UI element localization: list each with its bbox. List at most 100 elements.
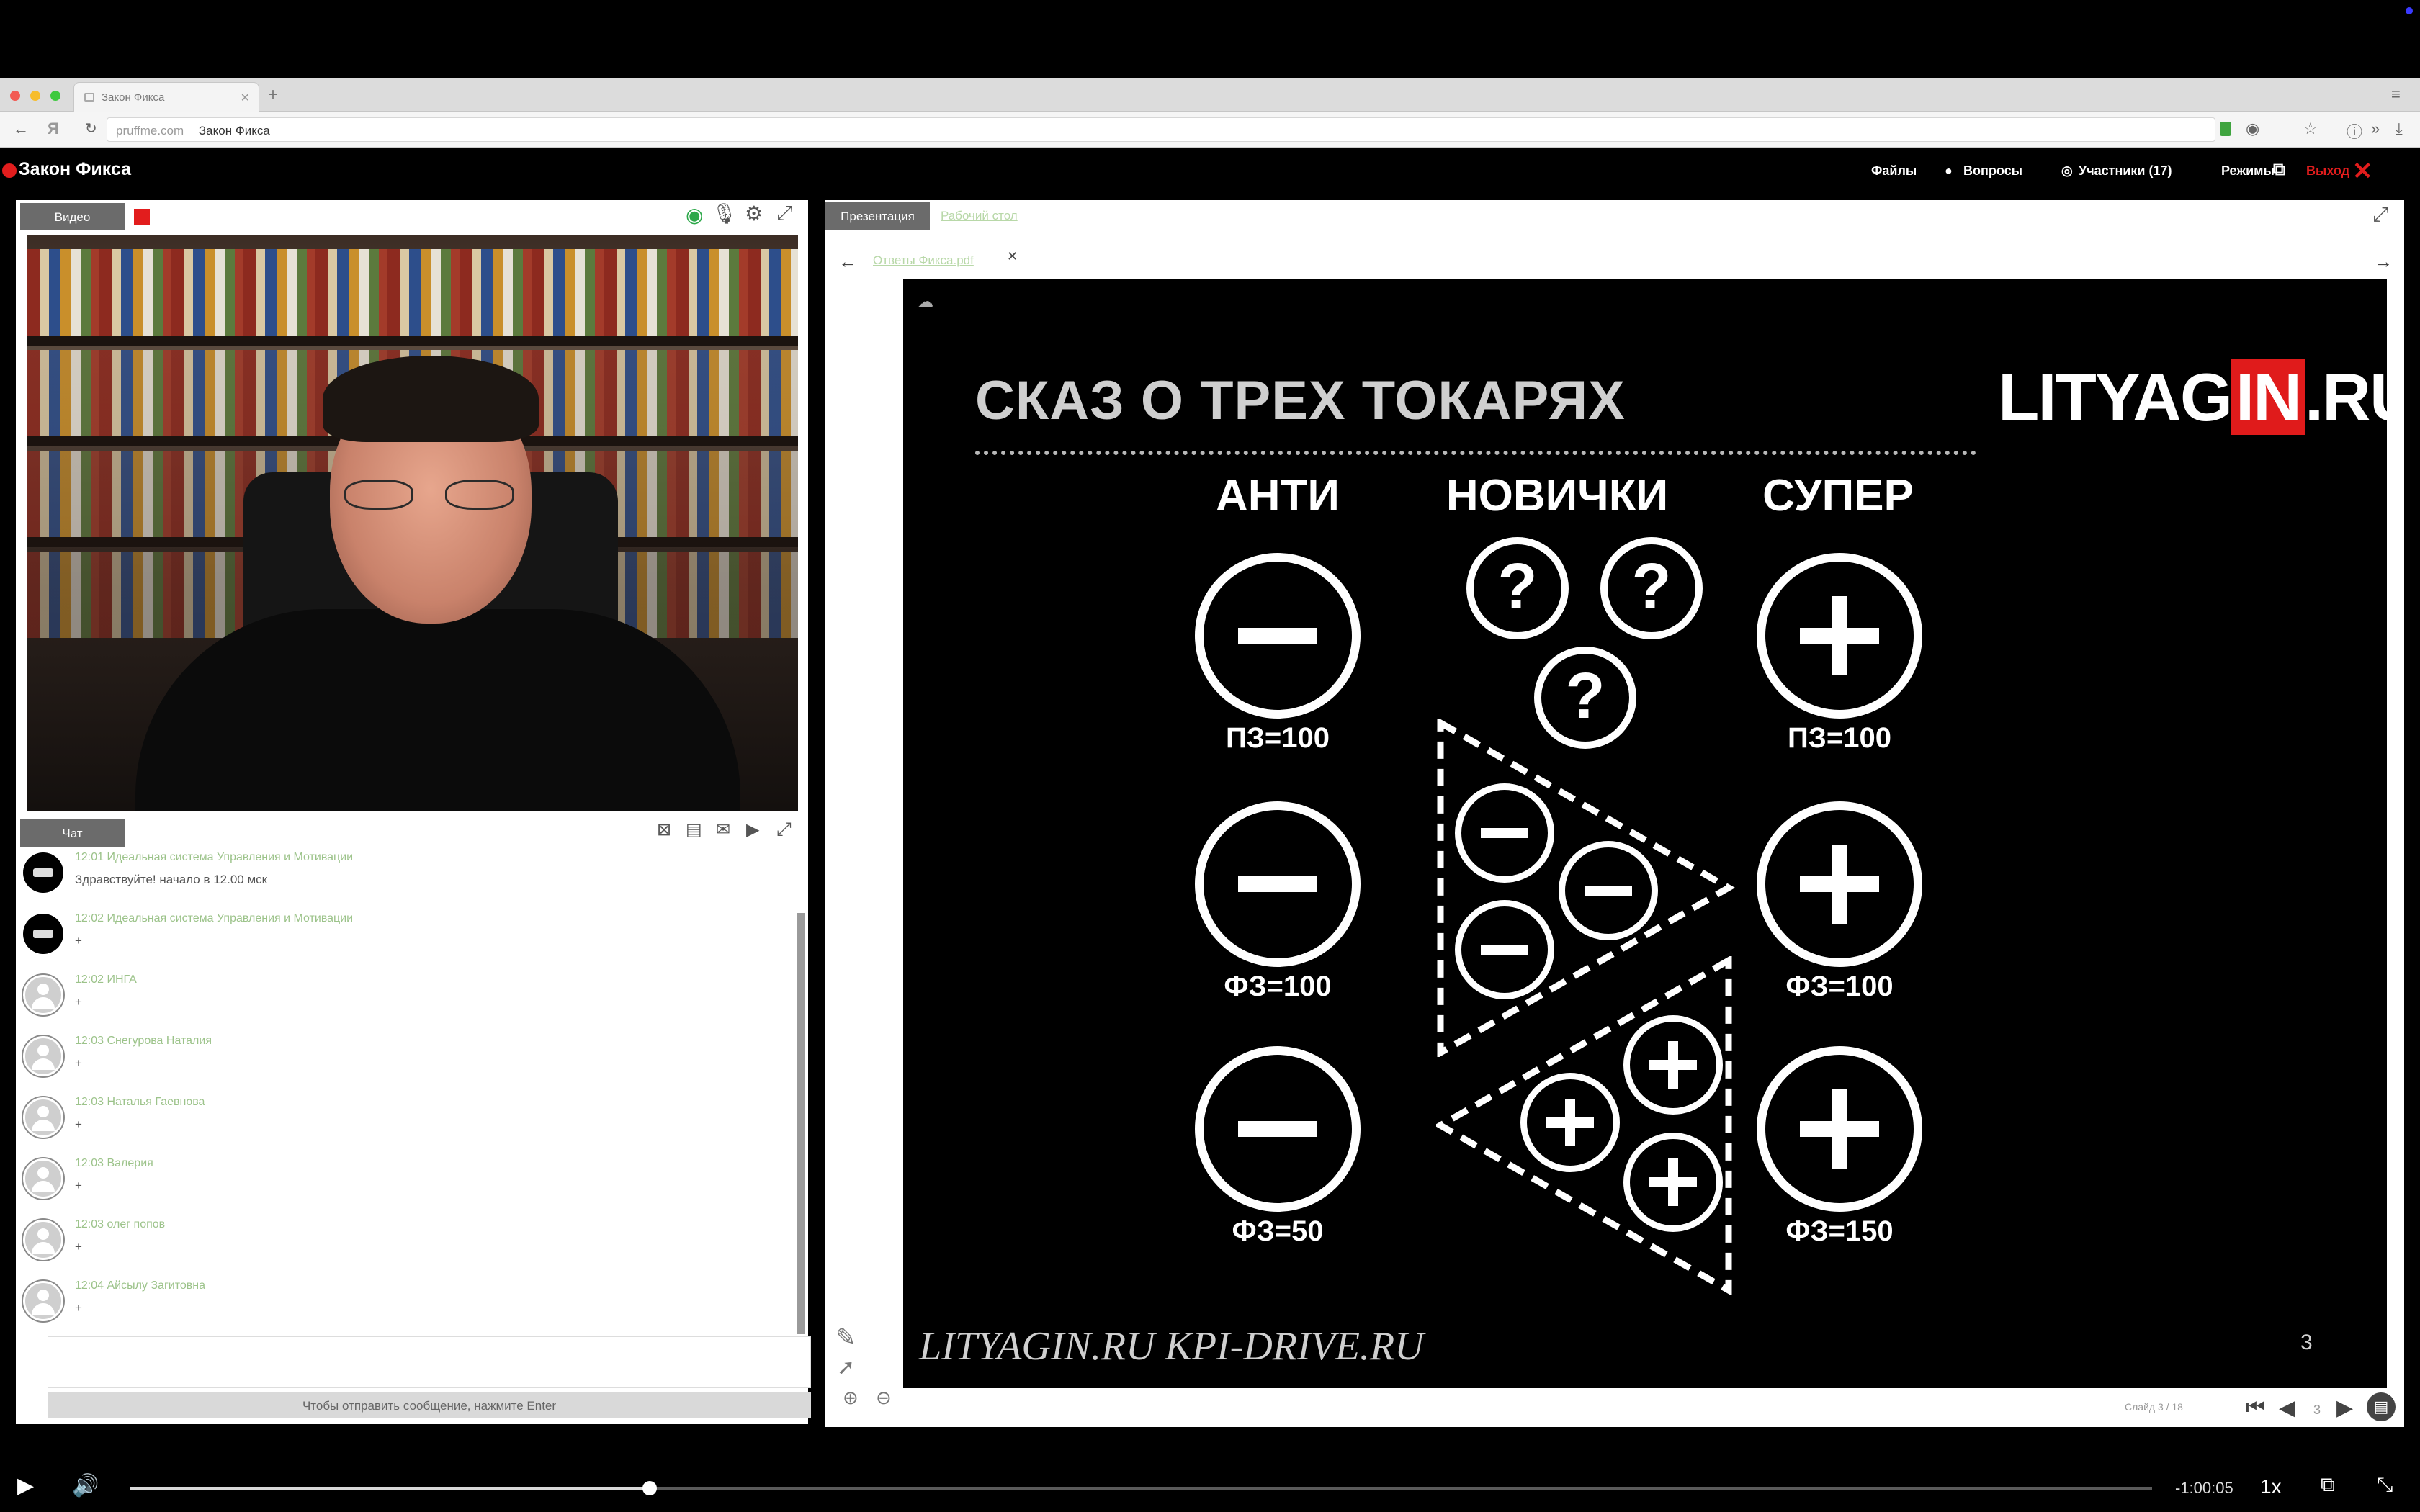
next-slide-icon[interactable]: ▶ — [2336, 1395, 2353, 1421]
nav-participants[interactable]: Участники (17) — [2079, 163, 2172, 179]
pointer-icon[interactable]: ➚ — [837, 1355, 855, 1380]
minimize-window-icon[interactable] — [30, 91, 40, 101]
nav-exit[interactable]: Выход — [2306, 163, 2349, 179]
brand-logo-icon — [2, 163, 17, 178]
file-tab[interactable]: Ответы Фикса.pdf — [873, 253, 974, 268]
chat-input[interactable] — [48, 1336, 811, 1388]
anti-label: ФЗ=100 — [1224, 971, 1332, 1002]
chat-message: 12:03 олег попов + — [23, 1215, 786, 1273]
tab-video[interactable]: Видео — [20, 203, 125, 230]
pencil-icon[interactable]: ✎ — [835, 1323, 856, 1352]
more-icon[interactable]: » — [2371, 120, 2380, 138]
seek-bar[interactable] — [130, 1481, 2152, 1495]
reload-icon[interactable]: ↻ — [85, 120, 97, 138]
tab-chat[interactable]: Чат — [20, 819, 125, 847]
download-icon[interactable]: ⤓ — [2396, 120, 2403, 138]
volume-icon[interactable]: 🔊 — [72, 1473, 99, 1498]
export-excel-icon[interactable]: ▤ — [686, 819, 702, 840]
browser-tab[interactable]: Закон Фикса ✕ — [73, 82, 259, 112]
close-tab-icon[interactable]: ✕ — [241, 91, 250, 105]
column-heading-anti: АНТИ — [1216, 471, 1340, 521]
avatar[interactable] — [23, 1281, 63, 1321]
layout-icon[interactable]: ⧉ — [2273, 160, 2285, 180]
minus-circle-icon — [1455, 783, 1554, 883]
plus-circle-icon — [1623, 1133, 1723, 1232]
nav-files[interactable]: Файлы — [1871, 163, 1917, 179]
picture-in-picture-icon[interactable]: ⧉ — [2321, 1473, 2335, 1497]
menu-icon[interactable]: ≡ — [2391, 85, 2401, 104]
zoom-in-icon[interactable]: ⊕ — [843, 1387, 859, 1409]
pager-label: Слайд 3 / 18 — [2125, 1401, 2183, 1413]
chat-scrollbar[interactable] — [797, 913, 805, 1334]
seek-bar-played — [130, 1487, 650, 1490]
nav-questions[interactable]: Вопросы — [1963, 163, 2022, 179]
mail-icon[interactable]: ✉ — [716, 819, 730, 840]
avatar[interactable] — [23, 1158, 63, 1199]
exit-fullscreen-icon[interactable]: ⤡ — [2377, 1473, 2393, 1497]
left-panel: Видео ◉ 🎙 ⚙ ⤢ Чат ⊠ ▤ ✉ ▶ ⤢ 12:01 Идеаль… — [16, 200, 811, 1424]
broadcast-icon[interactable]: ◉ — [686, 203, 703, 227]
question-circle-icon: ? — [1600, 537, 1703, 639]
first-slide-icon[interactable]: ⏮ — [2246, 1395, 2265, 1420]
expand-video-icon[interactable]: ⤢ — [776, 202, 792, 225]
avatar[interactable] — [23, 1097, 63, 1138]
page-favicon-icon — [84, 93, 94, 102]
chat-message-text: + — [75, 995, 82, 1009]
secure-lock-icon[interactable] — [2220, 122, 2231, 136]
tab-desktop[interactable]: Рабочий стол — [941, 209, 1018, 223]
avatar[interactable] — [23, 1220, 63, 1260]
prev-file-icon[interactable]: ← — [838, 251, 857, 273]
super-label: ФЗ=150 — [1785, 1215, 1894, 1247]
plus-circle-icon — [1757, 553, 1922, 719]
super-label: ПЗ=100 — [1788, 722, 1891, 754]
address-bar[interactable]: pruffme.com Закон Фикса — [107, 117, 2215, 142]
nav-modes[interactable]: Режимы — [2221, 163, 2275, 179]
tab-presentation[interactable]: Презентация — [825, 202, 930, 230]
close-file-icon[interactable]: ✕ — [1007, 249, 1018, 264]
close-window-icon[interactable] — [10, 91, 20, 101]
maximize-window-icon[interactable] — [50, 91, 60, 101]
avatar[interactable] — [23, 975, 63, 1015]
expand-chat-icon[interactable]: ⤢ — [776, 818, 792, 841]
screen: Закон Фикса ✕ + ≡ ← Я ↻ pruffme.com Зако… — [0, 0, 2420, 1512]
info-icon[interactable]: ⓘ — [2347, 120, 2362, 143]
back-icon[interactable]: ← — [13, 120, 29, 138]
minus-circle-icon — [1195, 1046, 1361, 1212]
logo-right: .RU — [2305, 359, 2387, 435]
chat-message-meta: 12:01 Идеальная система Управления и Мот… — [75, 851, 354, 863]
gear-icon[interactable]: ⚙ — [745, 202, 763, 225]
avatar[interactable] — [23, 914, 63, 954]
slide-canvas[interactable]: ☁ СКАЗ О ТРЕХ ТОКАРЯХ LITYAGIN.RU АНТИ Н… — [903, 279, 2387, 1388]
video-feed[interactable] — [27, 235, 798, 811]
prev-slide-icon[interactable]: ◀ — [2279, 1395, 2295, 1421]
play-button[interactable]: ▶ — [17, 1473, 34, 1498]
plus-circle-icon — [1623, 1015, 1723, 1115]
next-file-icon[interactable]: → — [2374, 251, 2393, 273]
play-icon[interactable]: ▶ — [746, 819, 759, 840]
chat-message: 12:03 Снегурова Наталия + — [23, 1032, 786, 1089]
send-hint: Чтобы отправить сообщение, нажмите Enter — [48, 1392, 811, 1418]
avatar[interactable] — [23, 1036, 63, 1076]
expand-presentation-icon[interactable]: ⤢ — [2372, 203, 2388, 227]
browser-toolbar: ← Я ↻ pruffme.com Закон Фикса ◉ ☆ ⓘ » ⤓ — [0, 112, 2420, 148]
chat-message-text: + — [75, 1301, 82, 1315]
yandex-icon[interactable]: Я — [48, 120, 59, 138]
chat-message-text: + — [75, 1056, 82, 1070]
avatar[interactable] — [23, 852, 63, 893]
protect-icon[interactable]: ◉ — [2246, 120, 2259, 138]
bookmark-star-icon[interactable]: ☆ — [2303, 120, 2318, 138]
close-icon[interactable]: ✕ — [2352, 157, 2373, 186]
clear-chat-icon[interactable]: ⊠ — [657, 819, 671, 840]
presenter-hair — [323, 356, 539, 442]
chat-message-list[interactable]: 12:01 Идеальная система Управления и Мот… — [16, 848, 801, 1331]
speed-button[interactable]: 1x — [2260, 1475, 2282, 1498]
seek-handle[interactable] — [642, 1481, 657, 1495]
browser-tab-title: Закон Фикса — [102, 91, 165, 104]
super-label: ФЗ=100 — [1785, 971, 1894, 1002]
zoom-out-icon[interactable]: ⊖ — [876, 1387, 892, 1409]
new-tab-icon[interactable]: + — [268, 85, 278, 105]
column-heading-super: СУПЕР — [1762, 471, 1914, 521]
subtitles-icon[interactable]: ▤ — [2367, 1392, 2396, 1421]
microphone-icon[interactable]: 🎙 — [712, 202, 738, 225]
chat-message-meta: 12:03 олег попов — [75, 1218, 166, 1230]
